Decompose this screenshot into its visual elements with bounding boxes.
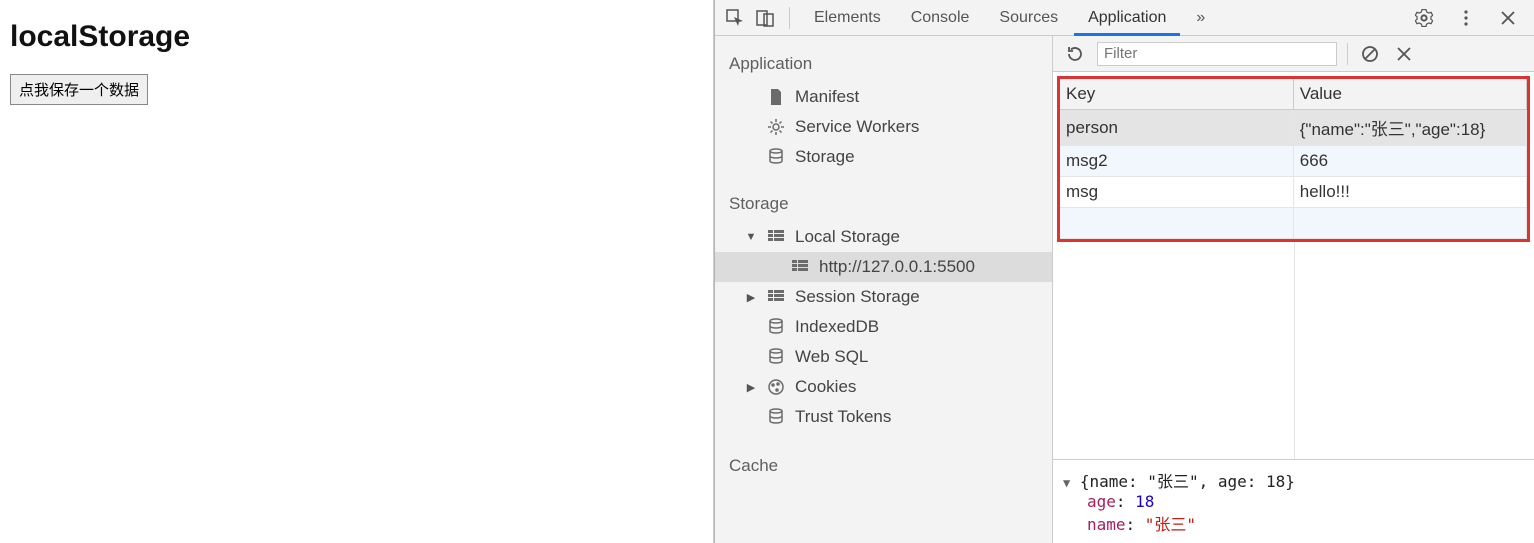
clear-all-icon[interactable] <box>1358 42 1382 66</box>
grid-icon <box>767 228 785 246</box>
tab-sources[interactable]: Sources <box>985 0 1072 36</box>
chevron-right-icon: ▶ <box>745 381 757 394</box>
viewer-key: name <box>1087 515 1126 534</box>
table-row[interactable]: msg hello!!! <box>1060 177 1527 208</box>
devtools-tabbar: Elements Console Sources Application » <box>715 0 1534 36</box>
devtools-panel: Elements Console Sources Application » A… <box>714 0 1534 543</box>
grid-icon <box>791 258 809 276</box>
cell-key[interactable]: person <box>1060 110 1293 146</box>
label: Web SQL <box>795 347 868 367</box>
sidebar-item-session-storage[interactable]: ▶ Session Storage <box>715 282 1052 312</box>
table-row[interactable]: person {"name":"张三","age":18} <box>1060 110 1527 146</box>
tab-application[interactable]: Application <box>1074 0 1180 36</box>
web-page: localStorage 点我保存一个数据 <box>0 0 714 543</box>
database-icon <box>767 148 785 166</box>
close-devtools-icon[interactable] <box>1494 4 1522 32</box>
storage-table-highlight: Key Value person {"name":"张三","age":18} … <box>1057 76 1530 242</box>
chevron-right-icon: ▶ <box>745 291 757 304</box>
tabbar-separator <box>789 7 790 29</box>
sidebar-section-cache: Cache <box>715 452 1052 484</box>
summary-text: {name: "张三", age: 18} <box>1080 472 1295 491</box>
chevron-down-icon: ▼ <box>745 231 757 243</box>
label: Service Workers <box>795 117 919 137</box>
table-row[interactable]: msg2 666 <box>1060 146 1527 177</box>
sidebar-item-cookies[interactable]: ▶ Cookies <box>715 372 1052 402</box>
col-key[interactable]: Key <box>1060 79 1293 110</box>
label: IndexedDB <box>795 317 879 337</box>
delete-selected-icon[interactable] <box>1392 42 1416 66</box>
sidebar-item-app-storage[interactable]: Storage <box>715 142 1052 172</box>
sidebar-section-application: Application <box>715 50 1052 82</box>
label: Cookies <box>795 377 856 397</box>
page-title: localStorage <box>10 20 703 54</box>
grid-icon <box>767 288 785 306</box>
tab-console[interactable]: Console <box>897 0 984 36</box>
gear-icon <box>767 118 785 136</box>
cell-key[interactable]: msg <box>1060 177 1293 208</box>
viewer-value: "张三" <box>1145 515 1196 534</box>
database-icon <box>767 408 785 426</box>
label: Session Storage <box>795 287 920 307</box>
table-empty-area <box>1053 242 1534 459</box>
tab-elements[interactable]: Elements <box>800 0 895 36</box>
kebab-menu-icon[interactable] <box>1452 4 1480 32</box>
sidebar-item-indexeddb[interactable]: IndexedDB <box>715 312 1052 342</box>
application-sidebar: Application Manifest Service Workers Sto… <box>715 36 1053 543</box>
cell-key[interactable]: msg2 <box>1060 146 1293 177</box>
cell-value[interactable]: 666 <box>1293 146 1526 177</box>
filter-input[interactable] <box>1097 42 1337 66</box>
settings-gear-icon[interactable] <box>1410 4 1438 32</box>
viewer-summary[interactable]: ▼ {name: "张三", age: 18} <box>1063 468 1524 492</box>
sidebar-item-origin[interactable]: http://127.0.0.1:5500 <box>715 252 1052 282</box>
label: Storage <box>795 147 855 167</box>
col-value[interactable]: Value <box>1293 79 1526 110</box>
database-icon <box>767 318 785 336</box>
storage-toolbar <box>1053 36 1534 72</box>
storage-table: Key Value person {"name":"张三","age":18} … <box>1060 79 1527 239</box>
cell-value[interactable]: {"name":"张三","age":18} <box>1293 110 1526 146</box>
viewer-value: 18 <box>1135 492 1154 511</box>
cookie-icon <box>767 378 785 396</box>
table-row-empty[interactable] <box>1060 208 1527 239</box>
sidebar-item-trust-tokens[interactable]: Trust Tokens <box>715 402 1052 432</box>
refresh-icon[interactable] <box>1063 42 1087 66</box>
viewer-line: name: "张三" <box>1063 511 1524 535</box>
database-icon <box>767 348 785 366</box>
toolbar-separator <box>1347 43 1348 65</box>
label: Local Storage <box>795 227 900 247</box>
storage-main-panel: Key Value person {"name":"张三","age":18} … <box>1053 36 1534 543</box>
label: Manifest <box>795 87 859 107</box>
sidebar-item-manifest[interactable]: Manifest <box>715 82 1052 112</box>
label: http://127.0.0.1:5500 <box>819 257 975 277</box>
sidebar-item-local-storage[interactable]: ▼ Local Storage <box>715 222 1052 252</box>
label: Trust Tokens <box>795 407 891 427</box>
device-toolbar-icon[interactable] <box>751 4 779 32</box>
chevron-down-icon[interactable]: ▼ <box>1063 476 1070 490</box>
value-viewer: ▼ {name: "张三", age: 18} age: 18 name: "张… <box>1053 459 1534 543</box>
inspect-element-icon[interactable] <box>721 4 749 32</box>
sidebar-item-service-workers[interactable]: Service Workers <box>715 112 1052 142</box>
cell-value[interactable]: hello!!! <box>1293 177 1526 208</box>
sidebar-item-websql[interactable]: Web SQL <box>715 342 1052 372</box>
document-icon <box>767 88 785 106</box>
viewer-key: age <box>1087 492 1116 511</box>
sidebar-section-storage: Storage <box>715 190 1052 222</box>
save-data-button[interactable]: 点我保存一个数据 <box>10 74 148 105</box>
viewer-line: age: 18 <box>1063 492 1524 511</box>
tab-more[interactable]: » <box>1182 0 1219 36</box>
